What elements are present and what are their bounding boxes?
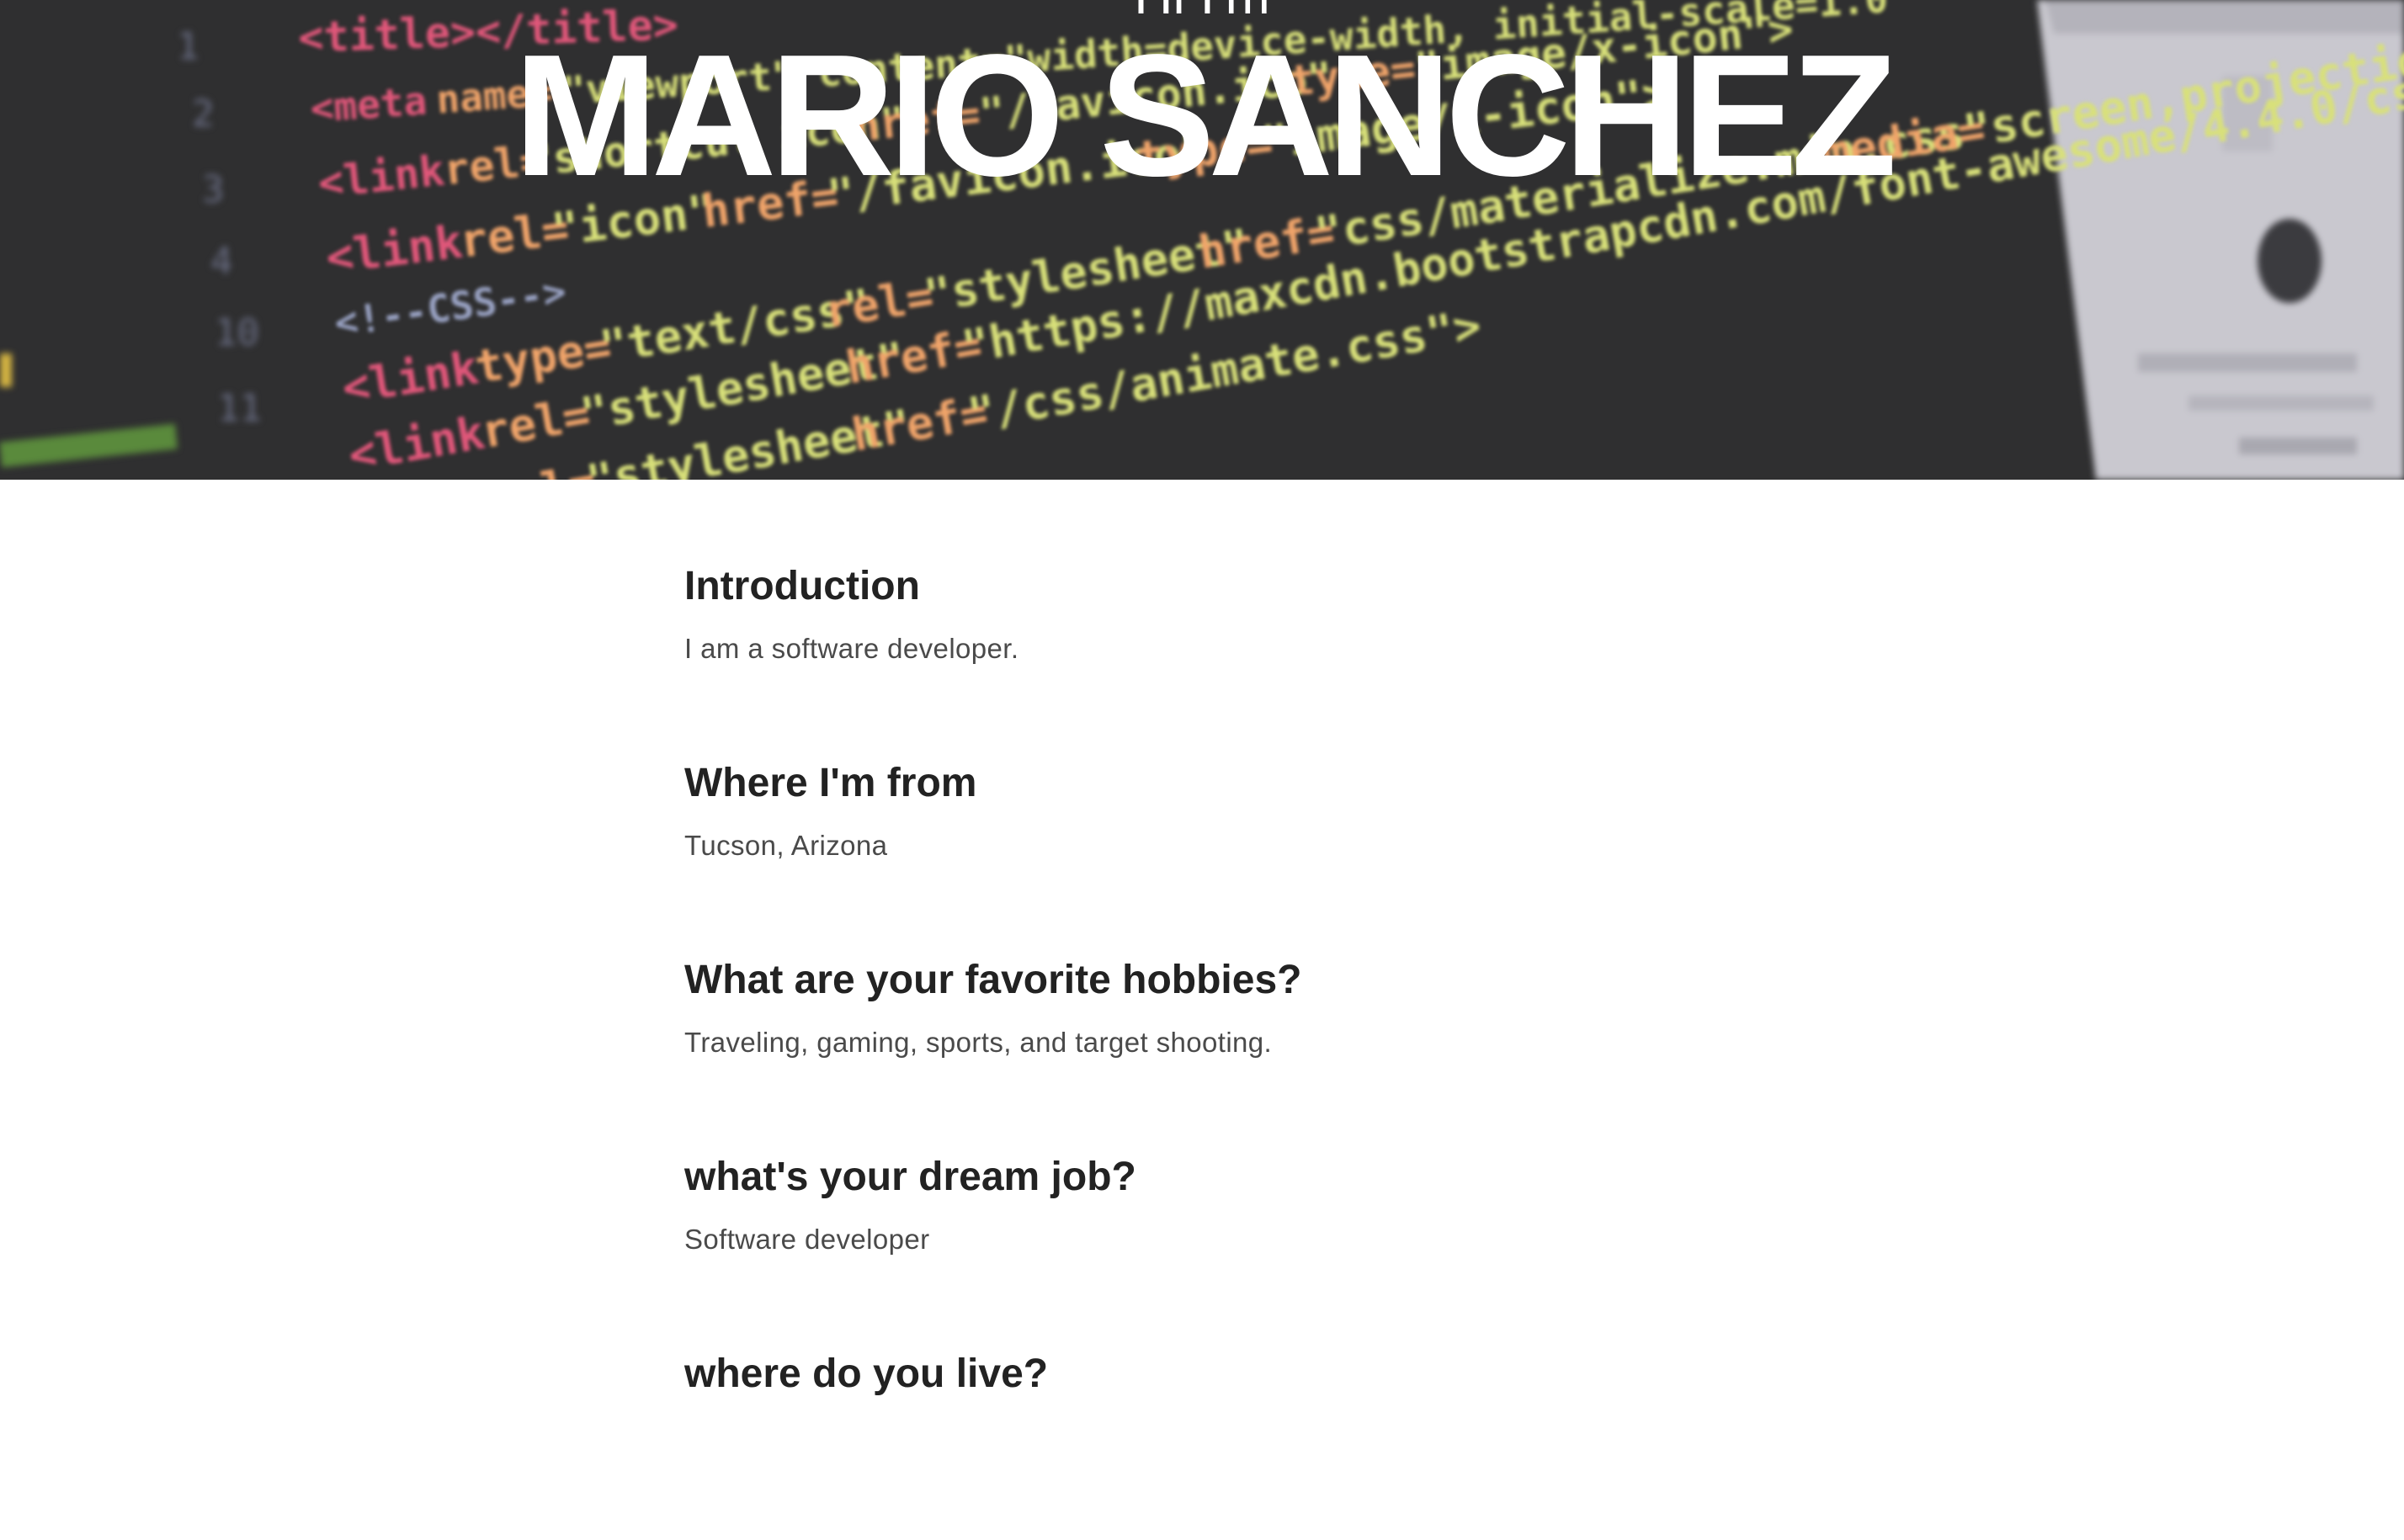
hero-name: MARIO SANCHEZ bbox=[513, 19, 1897, 212]
section-where-from: Where I'm from Tucson, Arizona bbox=[684, 752, 1779, 949]
section-body: Traveling, gaming, sports, and target sh… bbox=[684, 1027, 1273, 1058]
svg-text:10: 10 bbox=[215, 311, 259, 354]
section-body: I am a software developer. bbox=[684, 633, 1019, 664]
section-body: Tucson, Arizona bbox=[684, 830, 888, 861]
section-dream-job: what's your dream job? Software develope… bbox=[684, 1146, 1779, 1343]
svg-text:11: 11 bbox=[217, 387, 262, 430]
section-heading: what's your dream job? bbox=[684, 1155, 1136, 1199]
section-introduction: Introduction I am a software developer. bbox=[684, 555, 1779, 752]
section-hobbies: What are your favorite hobbies? Travelin… bbox=[684, 949, 1779, 1146]
svg-text:4: 4 bbox=[210, 240, 233, 283]
section-heading: where do you live? bbox=[684, 1351, 1049, 1396]
hero-banner: 1 2 3 4 10 11 <title></title> <meta name… bbox=[0, 0, 2404, 480]
section-heading: Where I'm from bbox=[684, 761, 977, 805]
section-body: Software developer bbox=[684, 1224, 930, 1255]
section-heading: Introduction bbox=[684, 564, 920, 608]
section-heading: What are your favorite hobbies? bbox=[684, 958, 1302, 1002]
about-content: Introduction I am a software developer. … bbox=[684, 555, 1779, 1540]
section-where-live: where do you live? bbox=[684, 1343, 1779, 1540]
